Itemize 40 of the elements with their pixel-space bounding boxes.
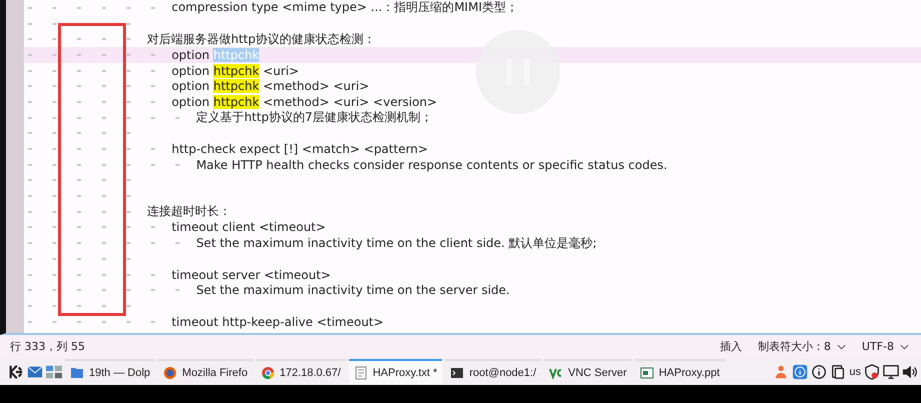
- monitor-icon[interactable]: [883, 364, 899, 380]
- slides-icon: [640, 366, 654, 380]
- clipboard-icon[interactable]: [830, 364, 846, 380]
- kde-launcher-icon[interactable]: [8, 364, 24, 380]
- editor-text-line: option httpchk <method> <uri>: [172, 79, 370, 94]
- editor-text-line: option httpchk <method> <uri> <version>: [172, 94, 438, 109]
- caret-icon: [836, 344, 846, 350]
- taskbar-task[interactable]: HAProxy.txt *: [348, 359, 442, 384]
- browser-icon: [260, 366, 275, 380]
- mail-icon[interactable]: [27, 364, 43, 380]
- keyboard-layout[interactable]: us: [849, 366, 861, 378]
- user-icon[interactable]: [773, 364, 790, 380]
- info-icon[interactable]: [811, 364, 828, 380]
- caret-icon: [900, 344, 909, 350]
- editor-text-line: timeout http-keep-alive <timeout>: [172, 314, 384, 329]
- editor-text-line: Set the maximum inactivity time on the server side.: [196, 283, 510, 298]
- editor-text-line: compression type <mime type> ...：指明压缩的MIMI类型；: [172, 0, 518, 16]
- editor-text-line: option httpchk: [172, 48, 260, 62]
- editor-text-line: Make HTTP health checks consider response contents or specific status codes.: [196, 158, 668, 172]
- input-mode[interactable]: 插入: [720, 339, 742, 354]
- editor-text-line: timeout client <timeout>: [172, 220, 326, 234]
- folder-icon: [70, 366, 84, 380]
- cursor-position: 行 333，列 55: [10, 339, 85, 354]
- editor-text-line: http-check expect [!] <match> <pattern>: [172, 142, 428, 156]
- editor-text-line: timeout server <timeout>: [172, 268, 331, 282]
- vnc-icon: [549, 366, 564, 380]
- document-icon: [354, 366, 368, 380]
- speaker-icon[interactable]: [902, 364, 918, 380]
- terminal-icon: [450, 366, 464, 380]
- encoding-dropdown[interactable]: UTF-8: [862, 340, 909, 353]
- editor-text-line: 对后端服务器做http协议的健康状态检测：: [147, 30, 376, 48]
- shield-icon[interactable]: [864, 364, 880, 380]
- editor-text-line: 连接超时时长：: [147, 203, 231, 220]
- editor-text-line: 定义基于http协议的7层健康状态检测机制；: [196, 109, 432, 126]
- browser-icon: [163, 366, 178, 380]
- desktop-pager-icon[interactable]: [46, 364, 62, 380]
- editor-text-line: option httpchk <uri>: [172, 64, 299, 78]
- editor-text-line: Set the maximum inactivity time on the client side. 默认单位是毫秒;: [196, 234, 597, 252]
- text-editor[interactable]: [0, 0, 921, 335]
- tab-size-dropdown[interactable]: 制表符大小：8: [758, 339, 846, 354]
